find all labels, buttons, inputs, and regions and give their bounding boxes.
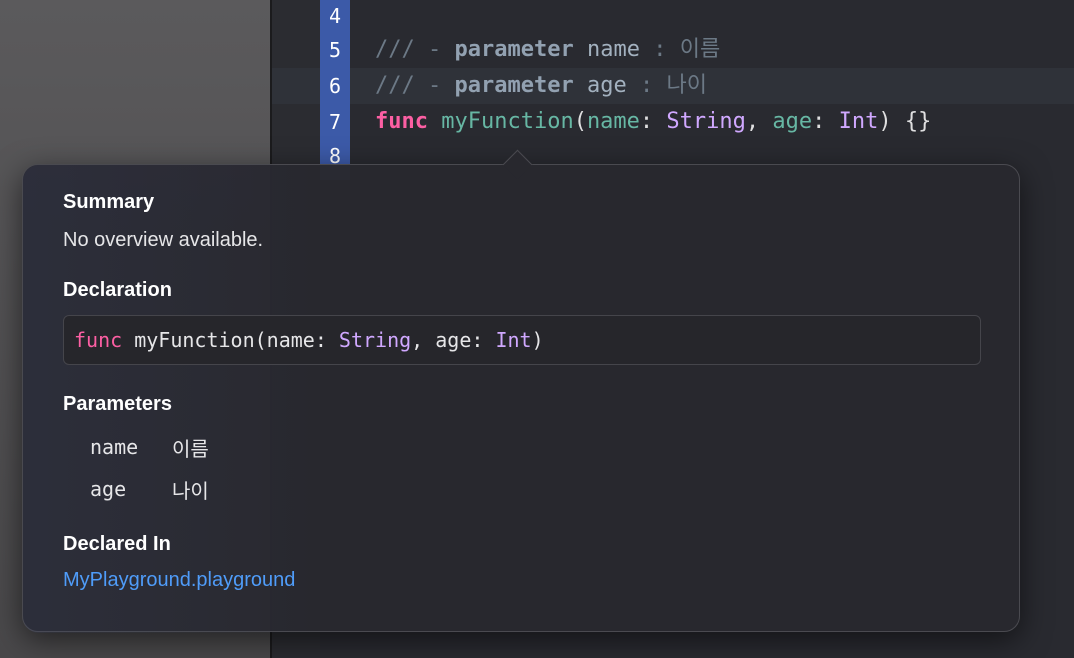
type-name: String: [666, 109, 746, 134]
decl-signature: myFunction(name:: [122, 328, 339, 352]
code-line-function[interactable]: func myFunction(name: String, age: Int) …: [375, 104, 931, 140]
function-name[interactable]: myFunction: [441, 109, 573, 134]
parameter-description: 이름: [172, 437, 209, 461]
param-name: name: [586, 109, 640, 134]
decl-func-keyword: func: [74, 328, 123, 352]
comment-dash: -: [428, 37, 442, 62]
parameter-name: age: [90, 477, 127, 501]
comment-dash: -: [428, 73, 442, 98]
doc-param-name: age: [586, 73, 627, 98]
declared-in-link[interactable]: MyPlayground.playground: [63, 569, 295, 592]
line-number: 5: [328, 38, 342, 62]
decl-type: String: [338, 328, 412, 352]
parameter-name: name: [90, 435, 139, 459]
code-line-doc-comment[interactable]: /// - parameter age : 나이: [375, 68, 707, 104]
comment-colon: :: [639, 73, 654, 98]
doc-param-description: 나이: [666, 73, 707, 98]
decl-signature: ): [531, 328, 544, 352]
paren-open: (: [573, 109, 587, 134]
summary-heading: Summary: [63, 191, 155, 213]
doc-param-description: 이름: [679, 37, 721, 62]
comment-slashes: ///: [375, 73, 415, 98]
separator: ,: [745, 109, 773, 134]
decl-type: Int: [495, 328, 532, 352]
line-number: 4: [328, 4, 342, 28]
doc-keyword: parameter: [454, 37, 574, 62]
declared-in-heading: Declared In: [63, 533, 171, 555]
decl-signature: , age:: [411, 328, 496, 352]
colon: :: [639, 109, 667, 134]
line-number: 7: [328, 110, 342, 134]
comment-colon: :: [653, 37, 667, 62]
parameter-description: 나이: [172, 479, 209, 503]
colon: :: [812, 109, 839, 134]
quick-help-popover: Summary No overview available. Declarati…: [22, 164, 1020, 633]
doc-keyword: parameter: [454, 73, 574, 98]
code-line-doc-comment[interactable]: /// - parameter name : 이름: [375, 32, 720, 68]
type-name: Int: [838, 109, 879, 134]
declaration-heading: Declaration: [63, 279, 172, 301]
paren-close-body: ) {}: [878, 109, 932, 134]
declaration-code-box: func myFunction(name: String, age: Int): [63, 315, 981, 365]
summary-text: No overview available.: [63, 229, 264, 251]
doc-param-name: name: [586, 37, 640, 62]
xcode-window: 4 5 6 7 8 /// - parameter name : 이름 /// …: [0, 0, 1074, 658]
param-age: age: [772, 109, 813, 134]
func-keyword: func: [375, 109, 428, 134]
parameters-heading: Parameters: [63, 393, 172, 415]
line-number: 6: [328, 74, 342, 98]
comment-slashes: ///: [375, 37, 415, 62]
